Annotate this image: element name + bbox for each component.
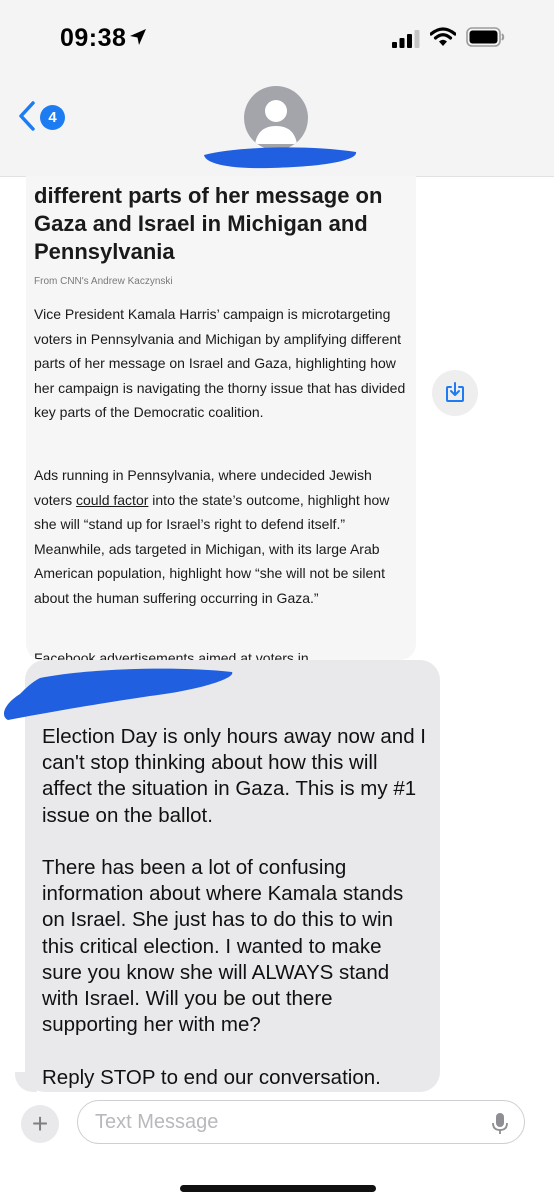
article-paragraph: Ads running in Pennsylvania, where undec…: [34, 463, 409, 610]
save-image-button[interactable]: [432, 370, 478, 416]
chevron-left-icon: [19, 101, 35, 131]
article-headline: different parts of her message on Gaza a…: [34, 183, 383, 264]
contact-name-redaction: [204, 147, 357, 169]
wifi-icon: [430, 27, 456, 46]
shared-article-image[interactable]: different parts of her message on Gaza a…: [26, 176, 416, 660]
battery-icon: [466, 27, 505, 47]
article-paragraph-cut: Facebook advertisements aimed at voters …: [34, 650, 309, 660]
article-link: could factor: [76, 491, 149, 508]
cellular-signal-icon: [392, 30, 420, 48]
compose-bar: + Text Message: [0, 1092, 554, 1200]
incoming-message-bubble[interactable]: Election Day is only hours away now and …: [25, 660, 440, 1092]
conversation-header: 4: [0, 80, 554, 177]
status-bar: 09:38: [0, 0, 554, 80]
sender-name-redaction: [4, 668, 233, 720]
article-text: into the state’s outcome, highlight how …: [34, 491, 390, 606]
microphone-icon[interactable]: [492, 1112, 508, 1136]
message-text: Election Day is only hours away now and …: [42, 725, 427, 1089]
article-byline: From CNN's Andrew Kaczynski: [34, 276, 173, 287]
save-download-icon: [446, 382, 464, 402]
location-arrow-icon: [130, 29, 146, 45]
back-button[interactable]: 4: [18, 100, 78, 140]
message-input[interactable]: Text Message: [77, 1100, 525, 1144]
unread-count-badge: 4: [40, 105, 65, 130]
article-paragraph: Vice President Kamala Harris’ campaign i…: [34, 306, 406, 420]
status-time: 09:38: [60, 24, 127, 52]
home-indicator: [180, 1185, 376, 1192]
message-input-placeholder: Text Message: [95, 1111, 219, 1133]
plus-icon: +: [31, 1108, 49, 1139]
apps-plus-button[interactable]: +: [21, 1105, 59, 1143]
